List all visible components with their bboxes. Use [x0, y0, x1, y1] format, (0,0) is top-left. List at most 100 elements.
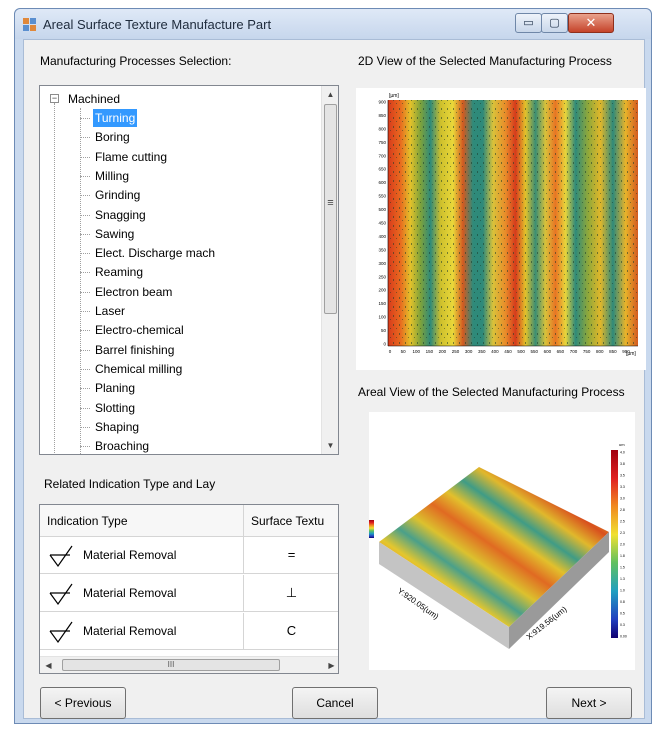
tree-item-planing[interactable]: Planing [93, 379, 137, 397]
scale-tick-label: 3.8 [620, 462, 625, 466]
title-bar[interactable]: Areal Surface Texture Manufacture Part ▭… [15, 9, 651, 39]
cancel-button[interactable]: Cancel [292, 687, 378, 719]
x-tick-label: 600 [544, 349, 552, 354]
tree-item-slotting[interactable]: Slotting [93, 399, 137, 417]
tree-branch-connector [80, 426, 90, 428]
material-removal-symbol-icon [49, 621, 73, 644]
indication-type-cell: Material Removal [83, 624, 177, 638]
view2d-label: 2D View of the Selected Manufacturing Pr… [358, 54, 612, 68]
indication-grid[interactable]: Indication Type Surface Textu Material R… [39, 504, 339, 674]
x-tick-label: 550 [530, 349, 538, 354]
scale-tick-label: 0.5 [620, 612, 625, 616]
table-row[interactable]: Material Removal = [40, 537, 338, 574]
y-tick-label: 500 [378, 207, 386, 212]
scale-tick-label: 2.5 [620, 520, 625, 524]
close-button[interactable]: ✕ [568, 13, 614, 33]
x-tick-label: 850 [609, 349, 617, 354]
scale-tick-label: 0.00 [620, 635, 627, 639]
grid-scroll-thumb[interactable]: III [62, 659, 280, 671]
scroll-right-arrow-icon[interactable]: ▶ [323, 657, 338, 673]
tree-item-electro-chemical[interactable]: Electro-chemical [93, 321, 186, 339]
tree-item-barrel-finishing[interactable]: Barrel finishing [93, 341, 176, 359]
x-tick-label: 450 [504, 349, 512, 354]
y-tick-label: 450 [378, 221, 386, 226]
material-removal-symbol-icon [49, 545, 73, 568]
header-surface-texture[interactable]: Surface Textu [244, 505, 338, 537]
scale-tick-label: 2.3 [620, 531, 625, 535]
y-tick-label: 600 [378, 180, 386, 185]
tree-branch-connector [80, 214, 90, 216]
tree-branch-connector [80, 137, 90, 139]
tree-branch-connector [80, 349, 90, 351]
tree-item-shaping[interactable]: Shaping [93, 418, 141, 436]
collapse-toggle-icon[interactable]: − [50, 94, 59, 103]
next-button[interactable]: Next > [546, 687, 632, 719]
tree-root-machined[interactable]: Machined [68, 90, 120, 108]
tree-item-electron-beam[interactable]: Electron beam [93, 283, 174, 301]
table-row[interactable]: Material Removal C [40, 613, 338, 650]
tree-branch-connector [80, 175, 90, 177]
scroll-up-arrow-icon[interactable]: ▲ [322, 86, 338, 103]
scroll-left-arrow-icon[interactable]: ◀ [40, 657, 57, 673]
indication-type-cell: Material Removal [83, 548, 177, 562]
tree-branch-connector [80, 156, 90, 158]
tree-item-elect-discharge-mach[interactable]: Elect. Discharge mach [93, 244, 217, 262]
tree-branch-connector [80, 330, 90, 332]
tree-item-snagging[interactable]: Snagging [93, 206, 148, 224]
tree-item-broaching[interactable]: Broaching [93, 437, 151, 454]
grid-horizontal-scrollbar[interactable]: ◀ III ▶ [40, 656, 338, 673]
scale-tick-label: 1.3 [620, 577, 625, 581]
x-tick-label: 700 [570, 349, 578, 354]
tree-item-turning[interactable]: Turning [93, 109, 138, 127]
tree-item-grinding[interactable]: Grinding [93, 186, 142, 204]
y-tick-label: 850 [378, 113, 386, 118]
scale-tick-label: 0.8 [620, 600, 625, 604]
tree-item-milling[interactable]: Milling [93, 167, 131, 185]
scale-tick-label: 2.8 [620, 508, 625, 512]
table-row[interactable]: Material Removal ⊥ [40, 575, 338, 612]
color-scale-bar [611, 450, 618, 638]
areal-view-label: Areal View of the Selected Manufacturing… [358, 385, 625, 399]
tree-item-boring[interactable]: Boring [93, 128, 132, 146]
minimize-button[interactable]: ▭ [515, 13, 542, 33]
scale-unit: um [619, 442, 625, 447]
material-removal-symbol-icon [49, 583, 73, 606]
tree-item-flame-cutting[interactable]: Flame cutting [93, 148, 169, 166]
x-tick-label: 150 [426, 349, 434, 354]
x-tick-label: 350 [478, 349, 486, 354]
scale-tick-label: 4.0 [620, 451, 625, 455]
y-tick-label: 550 [378, 194, 386, 199]
y-tick-label: 700 [378, 153, 386, 158]
tree-item-laser[interactable]: Laser [93, 302, 127, 320]
y-tick-label: 200 [378, 288, 386, 293]
header-indication-type[interactable]: Indication Type [40, 505, 243, 537]
scale-tick-label: 1.8 [620, 554, 625, 558]
left-color-marker [369, 520, 374, 538]
surface-texture-overlay [388, 100, 638, 346]
scale-tick-label: 2.0 [620, 543, 625, 547]
x-tick-label: 50 [401, 349, 407, 354]
scale-tick-label: 1.5 [620, 566, 625, 570]
previous-button[interactable]: < Previous [40, 687, 126, 719]
tree-branch-connector [80, 407, 90, 409]
process-tree[interactable]: − Machined Turning Boring Flame cutting Mil… [39, 85, 339, 455]
y-tick-label: 800 [378, 126, 386, 131]
tree-item-sawing[interactable]: Sawing [93, 225, 136, 243]
plot2d-unit-label: [µm] [389, 93, 399, 99]
y-tick-label: 350 [378, 247, 386, 252]
grid-header: Indication Type Surface Textu [40, 505, 338, 537]
y-tick-label: 100 [378, 315, 386, 320]
tree-item-reaming[interactable]: Reaming [93, 263, 145, 281]
scroll-down-arrow-icon[interactable]: ▼ [322, 437, 338, 454]
y-tick-label: 0 [383, 342, 386, 347]
x-tick-label: 200 [439, 349, 447, 354]
maximize-button[interactable]: ▢ [541, 13, 568, 33]
x-tick-label: 250 [452, 349, 460, 354]
tree-item-chemical-milling[interactable]: Chemical milling [93, 360, 184, 378]
x-tick-label: 100 [412, 349, 420, 354]
scroll-grip-icon: ≡ [327, 197, 334, 209]
x-tick-label: 0 [389, 349, 392, 354]
y-tick-label: 50 [381, 328, 387, 333]
main-window: Areal Surface Texture Manufacture Part ▭… [14, 8, 652, 724]
tree-vertical-scrollbar[interactable]: ▲ ≡ ▼ [321, 86, 338, 454]
